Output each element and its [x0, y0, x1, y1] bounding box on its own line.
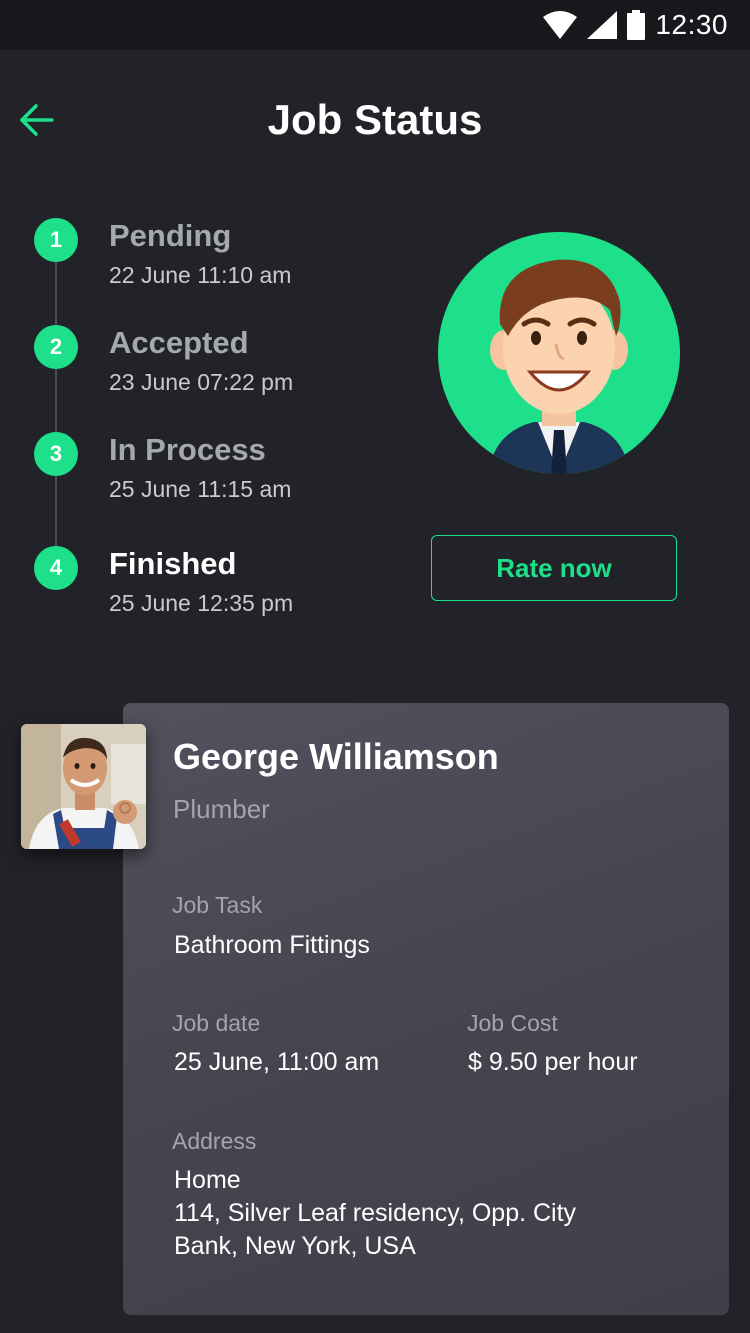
- step-time: 25 June 11:15 am: [109, 476, 292, 502]
- status-icons: 12:30: [543, 8, 728, 42]
- step-label: Pending: [109, 218, 232, 253]
- step-number-badge: 2: [34, 325, 78, 369]
- address-line-2: 114, Silver Leaf residency, Opp. City: [174, 1199, 577, 1227]
- status-time: 12:30: [655, 9, 728, 40]
- battery-icon: [627, 10, 646, 40]
- wifi-icon: [543, 11, 578, 39]
- step-label: In Process: [109, 432, 266, 467]
- step-label: Accepted: [109, 325, 249, 360]
- address-line-1: Home: [174, 1166, 241, 1194]
- job-task-value: Bathroom Fittings: [174, 931, 370, 959]
- address-label: Address: [172, 1128, 257, 1154]
- step-number-badge: 4: [34, 546, 78, 590]
- worker-role: Plumber: [173, 794, 270, 824]
- page-title: Job Status: [267, 96, 483, 143]
- worker-photo: [21, 724, 146, 849]
- address-line-3: Bank, New York, USA: [174, 1232, 416, 1260]
- job-task-label: Job Task: [172, 892, 263, 918]
- signal-icon: [587, 11, 618, 39]
- job-date-value: 25 June, 11:00 am: [174, 1048, 380, 1076]
- job-cost-value: $ 9.50 per hour: [468, 1048, 638, 1076]
- job-cost-label: Job Cost: [467, 1010, 558, 1036]
- step-time: 23 June 07:22 pm: [109, 369, 294, 395]
- step-number-badge: 1: [34, 218, 78, 262]
- status-bar: 12:30: [0, 0, 750, 50]
- step-label: Finished: [109, 546, 237, 581]
- worker-name: George Williamson: [173, 736, 499, 777]
- timeline-connector: [55, 240, 57, 570]
- worker-cartoon-avatar: [438, 232, 680, 474]
- status-timeline: 1 Pending 22 June 11:10 am 2 Accepted 23…: [34, 218, 414, 638]
- step-time: 25 June 12:35 pm: [109, 590, 294, 616]
- step-number-badge: 3: [34, 432, 78, 476]
- step-time: 22 June 11:10 am: [109, 262, 292, 288]
- job-date-label: Job date: [172, 1010, 261, 1036]
- rate-now-button[interactable]: Rate now: [431, 535, 677, 601]
